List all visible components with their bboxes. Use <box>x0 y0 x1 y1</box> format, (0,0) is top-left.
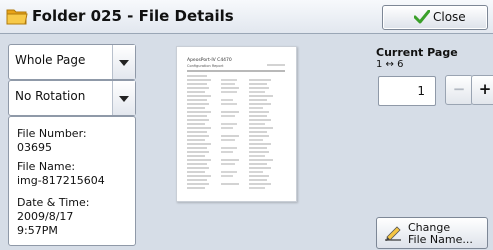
change-file-name-button[interactable]: Change File Name... <box>376 217 488 249</box>
close-button-label: Close <box>433 10 466 24</box>
change-file-name-label-line2: File Name... <box>408 233 473 246</box>
pencil-icon <box>385 226 401 241</box>
check-icon <box>414 10 430 24</box>
file-number-value: 03695 <box>17 141 52 154</box>
current-page-value: 1 <box>417 84 425 98</box>
page-range-dropdown[interactable]: Whole Page <box>8 44 136 80</box>
file-name-value: img-817215604 <box>17 174 105 187</box>
preview-text-lines <box>187 64 285 189</box>
previous-page-button[interactable]: − <box>445 75 473 105</box>
time-value: 9:57PM <box>17 224 58 237</box>
chevron-down-icon <box>112 81 135 115</box>
chevron-down-icon <box>112 45 135 79</box>
preview-page: ApeosPort-IV C4470 Configuration Report <box>187 57 285 189</box>
date-value: 2009/8/17 <box>17 210 74 223</box>
title-bar: Folder 025 - File Details Close <box>0 0 493 34</box>
document-preview: ApeosPort-IV C4470 Configuration Report <box>176 46 297 202</box>
preview-doc-subtitle: Configuration Report <box>187 64 224 68</box>
plus-icon: + <box>478 80 492 98</box>
current-page-field[interactable]: 1 <box>378 76 436 106</box>
file-name-label: File Name: <box>17 160 76 173</box>
preview-doc-title: ApeosPort-IV C4470 <box>187 57 232 63</box>
rotation-dropdown[interactable]: No Rotation <box>8 80 136 116</box>
file-number-label: File Number: <box>17 127 87 140</box>
page-title: Folder 025 - File Details <box>32 7 234 25</box>
rotation-dropdown-label: No Rotation <box>15 89 86 103</box>
main-content: Whole Page No Rotation File Number: 0369… <box>0 34 493 250</box>
folder-icon <box>6 9 28 25</box>
next-page-button[interactable]: + <box>471 75 493 105</box>
file-info-panel: File Number: 03695 File Name: img-817215… <box>8 116 136 246</box>
close-button[interactable]: Close <box>382 5 488 30</box>
date-time-label: Date & Time: <box>17 196 90 209</box>
minus-icon: − <box>452 80 466 98</box>
page-range-dropdown-label: Whole Page <box>15 53 86 67</box>
page-range-text: 1 ↔ 6 <box>376 59 404 70</box>
current-page-label: Current Page <box>376 46 458 59</box>
